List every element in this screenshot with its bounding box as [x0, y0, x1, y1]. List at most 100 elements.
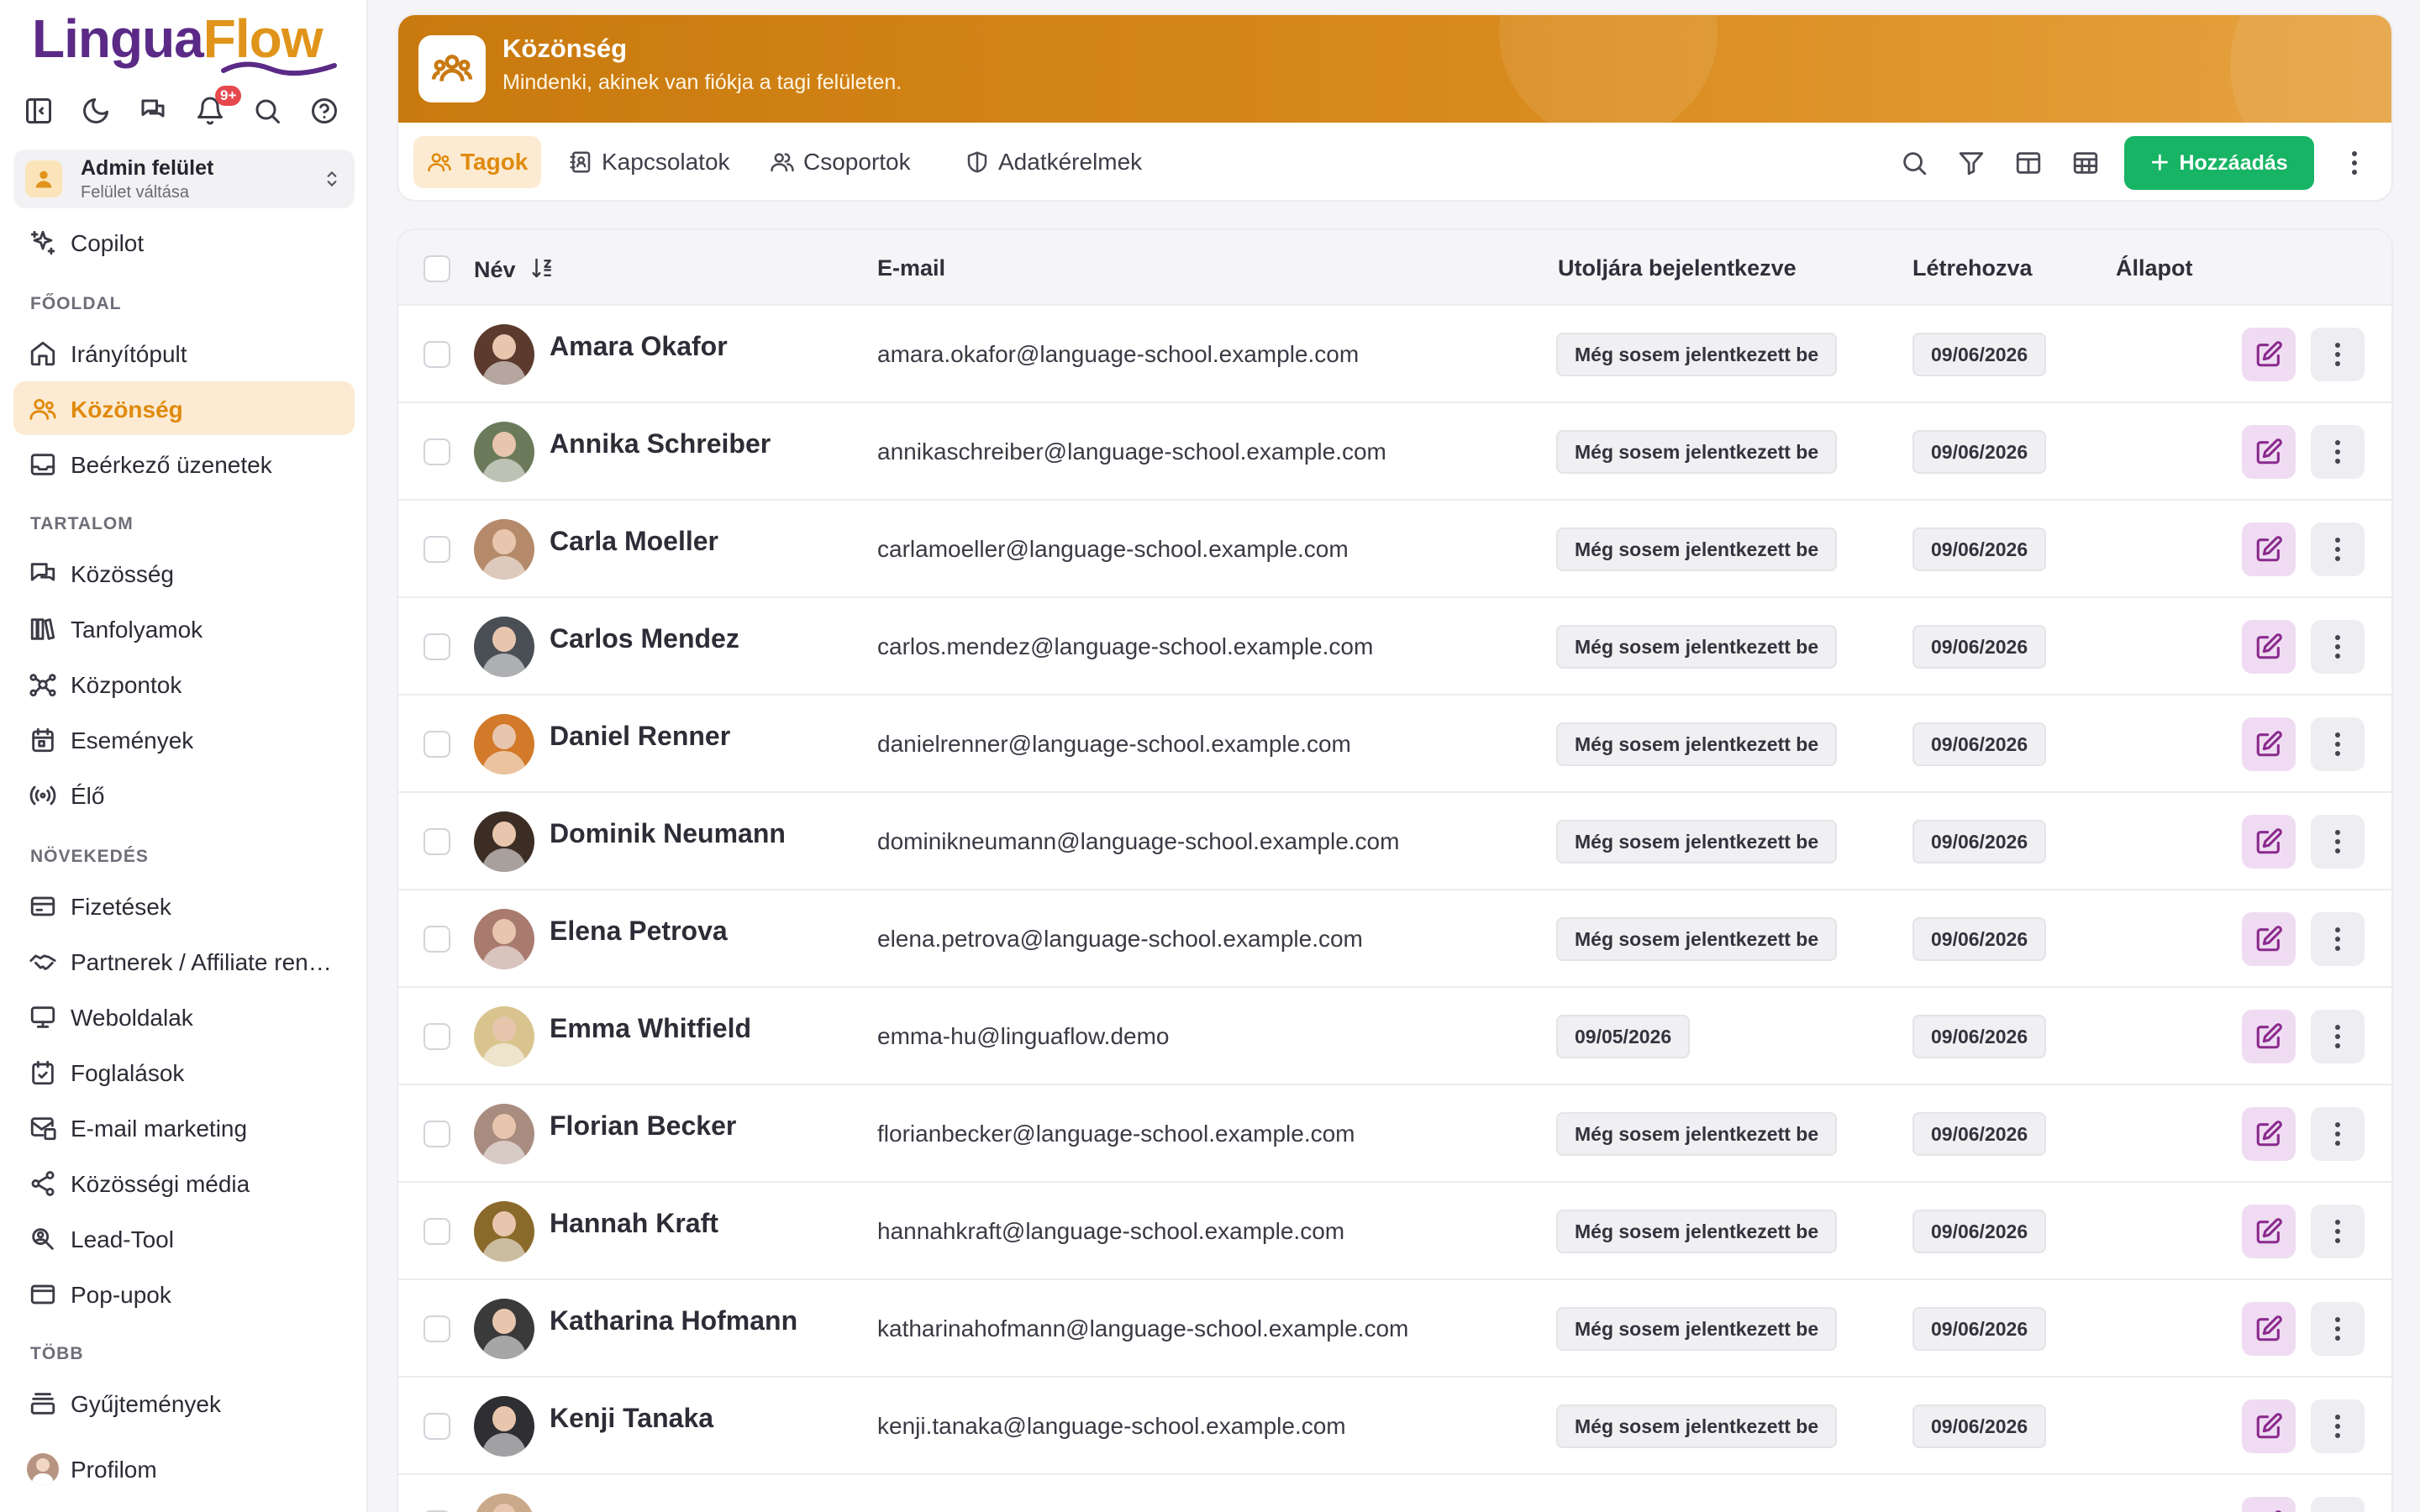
row-more-button[interactable] [2311, 1399, 2365, 1453]
sidebar-item-bookings[interactable]: Foglalások [13, 1045, 355, 1099]
sidebar-item-audience[interactable]: Közönség [13, 381, 355, 435]
row-more-button[interactable] [2311, 425, 2365, 479]
dark-mode-icon[interactable] [77, 92, 114, 129]
sidebar-item-lead-tool[interactable]: Lead-Tool [13, 1211, 355, 1265]
sidebar-item-collections[interactable]: Gyűjtemények [13, 1376, 355, 1430]
table-row[interactable]: Dominik Neumann dominikneumann@language-s… [398, 793, 2391, 890]
sidebar-item-community[interactable]: Közösség [13, 546, 355, 600]
sidebar-item-courses[interactable]: Tanfolyamok [13, 601, 355, 655]
table-row[interactable]: Carla Moeller carlamoeller@language-schoo… [398, 501, 2391, 598]
member-name[interactable]: Emma Whitfield [550, 1013, 751, 1044]
avatar[interactable] [474, 909, 534, 969]
row-more-button[interactable] [2311, 1107, 2365, 1161]
member-name[interactable]: Carla Moeller [550, 526, 718, 557]
tab-groups[interactable]: Csoportok [756, 136, 924, 188]
edit-button[interactable] [2242, 1010, 2296, 1063]
row-checkbox[interactable] [424, 731, 450, 758]
column-header-email[interactable]: E-mail [877, 255, 945, 281]
row-checkbox[interactable] [424, 1218, 450, 1245]
sidebar-item-social[interactable]: Közösségi média [13, 1156, 355, 1210]
member-name[interactable]: Daniel Renner [550, 721, 730, 752]
edit-button[interactable] [2242, 1107, 2296, 1161]
edit-button[interactable] [2242, 328, 2296, 381]
row-checkbox[interactable] [424, 1023, 450, 1050]
member-name[interactable]: Dominik Neumann [550, 818, 786, 849]
row-checkbox[interactable] [424, 438, 450, 465]
row-more-button[interactable] [2311, 1010, 2365, 1063]
chat-icon[interactable] [134, 92, 171, 129]
help-icon[interactable] [306, 92, 343, 129]
edit-button[interactable] [2242, 1399, 2296, 1453]
member-name[interactable]: Katharina Hofmann [550, 1305, 797, 1336]
columns-icon[interactable] [2012, 146, 2045, 180]
member-name[interactable]: Carlos Mendez [550, 623, 739, 654]
sidebar-item-email-marketing[interactable]: E-mail marketing [13, 1100, 355, 1154]
member-name[interactable]: Amara Okafor [550, 331, 728, 362]
row-checkbox[interactable] [424, 341, 450, 368]
table-row[interactable]: Amara Okafor amara.okafor@language-school… [398, 306, 2391, 403]
tab-data-requests[interactable]: Adatkérelmek [951, 136, 1155, 188]
column-header-last-login[interactable]: Utoljára bejelentkezve [1558, 255, 1797, 281]
row-more-button[interactable] [2311, 620, 2365, 674]
avatar[interactable] [474, 1201, 534, 1262]
table-row[interactable]: Kenji Tanaka kenji.tanaka@language-school… [398, 1378, 2391, 1475]
sidebar-item-websites[interactable]: Weboldalak [13, 990, 355, 1043]
avatar[interactable] [474, 811, 534, 872]
avatar[interactable] [474, 324, 534, 385]
edit-button[interactable] [2242, 912, 2296, 966]
column-header-created[interactable]: Létrehozva [1912, 255, 2033, 281]
sidebar-item-live[interactable]: Élő [13, 768, 355, 822]
sidebar-item-hubs[interactable]: Központok [13, 657, 355, 711]
tab-members[interactable]: Tagok [413, 136, 542, 188]
sidebar-item-dashboard[interactable]: Irányítópult [13, 326, 355, 380]
member-name[interactable]: Kenji Tanaka [550, 1403, 713, 1434]
edit-button[interactable] [2242, 425, 2296, 479]
sidebar-item-affiliates[interactable]: Partnerek / Affiliate ren… [13, 934, 355, 988]
interface-switcher[interactable]: Admin felület Felület váltása [13, 150, 355, 208]
table-row[interactable]: Katharina Hofmann katharinahofmann@langua… [398, 1280, 2391, 1378]
sidebar-item-events[interactable]: Események [13, 712, 355, 766]
row-more-button[interactable] [2311, 717, 2365, 771]
avatar[interactable] [474, 1396, 534, 1457]
table-row[interactable]: Daniel Renner danielrenner@language-schoo… [398, 696, 2391, 793]
table-row[interactable]: Annika Schreiber annikaschreiber@language… [398, 403, 2391, 501]
tab-contacts[interactable]: Kapcsolatok [555, 136, 744, 188]
row-more-button[interactable] [2311, 1302, 2365, 1356]
member-name[interactable]: Elena Petrova [550, 916, 728, 947]
table-row[interactable]: Florian Becker florianbecker@language-sch… [398, 1085, 2391, 1183]
collapse-sidebar-icon[interactable] [20, 92, 57, 129]
member-name[interactable]: Florian Becker [550, 1110, 736, 1142]
filter-icon[interactable] [1954, 146, 1988, 180]
row-checkbox[interactable] [424, 536, 450, 563]
table-row[interactable]: Elena Petrova elena.petrova@language-scho… [398, 890, 2391, 988]
table-view-icon[interactable] [2069, 146, 2102, 180]
select-all-checkbox[interactable] [424, 255, 450, 282]
row-more-button[interactable] [2311, 522, 2365, 576]
row-more-button[interactable] [2311, 1205, 2365, 1258]
notifications-icon[interactable]: 9+ [192, 86, 242, 129]
add-button[interactable]: + Hozzáadás [2124, 136, 2314, 190]
search-icon[interactable] [249, 92, 286, 129]
row-more-button[interactable] [2311, 328, 2365, 381]
edit-button[interactable] [2242, 815, 2296, 869]
table-row[interactable]: Emma Whitfield emma-hu@linguaflow.demo 09/… [398, 988, 2391, 1085]
avatar[interactable] [474, 1494, 534, 1512]
column-header-status[interactable]: Állapot [2116, 255, 2193, 281]
row-checkbox[interactable] [424, 1315, 450, 1342]
row-more-button[interactable] [2311, 912, 2365, 966]
row-checkbox[interactable] [424, 1413, 450, 1440]
avatar[interactable] [474, 422, 534, 482]
table-row[interactable]: Hannah Kraft hannahkraft@language-school.… [398, 1183, 2391, 1280]
avatar[interactable] [474, 519, 534, 580]
row-more-button[interactable] [2311, 815, 2365, 869]
sidebar-item-inbox[interactable]: Beérkező üzenetek [13, 437, 355, 491]
member-name[interactable]: Hannah Kraft [550, 1208, 718, 1239]
avatar[interactable] [474, 1299, 534, 1359]
row-checkbox[interactable] [424, 926, 450, 953]
row-more-button[interactable] [2311, 1497, 2365, 1512]
table-row[interactable]: Carlos Mendez carlos.mendez@language-scho… [398, 598, 2391, 696]
sidebar-item-profile[interactable]: Profilom [13, 1441, 355, 1495]
column-header-name[interactable]: Név [474, 255, 555, 283]
edit-button[interactable] [2242, 1302, 2296, 1356]
table-row[interactable] [398, 1475, 2391, 1512]
